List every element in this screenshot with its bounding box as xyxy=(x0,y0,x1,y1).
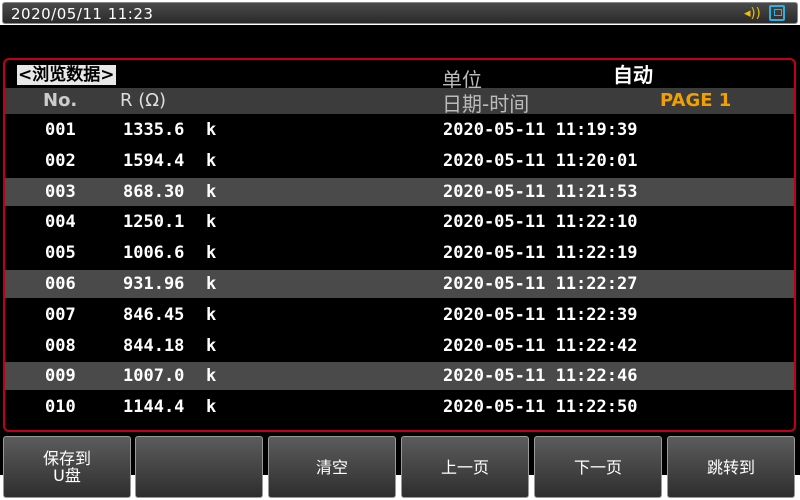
next-page-button[interactable]: 下一页 xyxy=(534,436,662,498)
cell-value: 1250.1 xyxy=(123,212,185,233)
cell-no: 009 xyxy=(45,366,76,387)
cell-value: 1007.0 xyxy=(123,366,185,387)
table-row[interactable]: 001 1335.6 k 2020-05-11 11:19:39 xyxy=(5,116,794,144)
header-datetime: 日期-时间 xyxy=(442,92,530,116)
cell-no: 003 xyxy=(45,181,76,202)
cell-unit: k xyxy=(206,243,217,264)
table-row[interactable]: 004 1250.1 k 2020-05-11 11:22:10 xyxy=(5,208,794,236)
panel-title: <浏览数据> xyxy=(17,65,116,85)
status-bar: 2020/05/11 11:23 ◂)) xyxy=(2,2,798,24)
table-row[interactable]: 009 1007.0 k 2020-05-11 11:22:46 xyxy=(5,362,794,391)
goto-button[interactable]: 跳转到 xyxy=(667,436,795,498)
table-row[interactable]: 003 868.30 k 2020-05-11 11:21:53 xyxy=(5,177,794,206)
cell-datetime: 2020-05-11 11:22:50 xyxy=(443,397,638,418)
cell-no: 007 xyxy=(45,304,76,325)
softkey-label: 跳转到 xyxy=(706,457,755,477)
cell-value: 1144.4 xyxy=(123,397,185,418)
cell-unit: k xyxy=(206,181,217,202)
cell-datetime: 2020-05-11 11:20:01 xyxy=(443,150,638,171)
cell-unit: k xyxy=(206,366,217,387)
page-indicator: PAGE 1 xyxy=(660,90,732,111)
cell-no: 010 xyxy=(45,397,76,418)
table-header: No. R (Ω) 日期-时间 PAGE 1 xyxy=(5,88,794,116)
cell-value: 844.18 xyxy=(123,335,185,356)
cell-no: 001 xyxy=(45,120,76,140)
cell-unit: k xyxy=(206,397,217,418)
screen: <浏览数据> 单位 自动 No. R (Ω) 日期-时间 PAGE 1 001 1… xyxy=(0,25,800,498)
cell-datetime: 2020-05-11 11:22:19 xyxy=(443,243,638,264)
cell-no: 002 xyxy=(45,150,76,171)
cell-datetime: 2020-05-11 11:22:46 xyxy=(443,366,638,387)
cell-datetime: 2020-05-11 11:22:42 xyxy=(443,335,638,356)
cell-no: 008 xyxy=(45,335,76,356)
table-row[interactable]: 007 846.45 k 2020-05-11 11:22:39 xyxy=(5,301,794,329)
cell-no: 005 xyxy=(45,243,76,264)
header-no: No. xyxy=(43,90,78,111)
cell-unit: k xyxy=(206,120,217,140)
softkey-label: 下一页 xyxy=(573,457,622,477)
softkey-label: 上一页 xyxy=(440,457,489,477)
cell-datetime: 2020-05-11 11:22:10 xyxy=(443,212,638,233)
cell-datetime: 2020-05-11 11:22:39 xyxy=(443,304,638,325)
unit-value[interactable]: 自动 xyxy=(610,63,713,87)
cell-value: 1594.4 xyxy=(123,150,185,171)
header-resistance: R (Ω) xyxy=(120,90,167,111)
save-to-usb-button[interactable]: 保存到 U盘 xyxy=(3,436,131,498)
cell-value: 868.30 xyxy=(123,181,185,202)
cell-unit: k xyxy=(206,304,217,325)
table-row[interactable]: 006 931.96 k 2020-05-11 11:22:27 xyxy=(5,270,794,298)
usb-disk-icon xyxy=(769,5,785,21)
cell-no: 004 xyxy=(45,212,76,233)
cell-value: 1335.6 xyxy=(123,120,185,140)
clear-button[interactable]: 清空 xyxy=(268,436,396,498)
table-row[interactable]: 002 1594.4 k 2020-05-11 11:20:01 xyxy=(5,147,794,175)
cell-datetime: 2020-05-11 11:21:53 xyxy=(443,181,638,202)
cell-unit: k xyxy=(206,212,217,233)
cell-value: 931.96 xyxy=(123,274,185,294)
softkey-label: 保存到 U盘 xyxy=(42,449,91,485)
browse-data-panel: <浏览数据> 单位 自动 No. R (Ω) 日期-时间 PAGE 1 001 1… xyxy=(3,58,796,432)
table-row[interactable]: 008 844.18 k 2020-05-11 11:22:42 xyxy=(5,332,794,360)
softkey-label: 清空 xyxy=(315,457,348,477)
status-datetime: 2020/05/11 11:23 xyxy=(11,5,154,23)
cell-datetime: 2020-05-11 11:19:39 xyxy=(443,120,638,140)
cell-unit: k xyxy=(206,274,217,294)
signal-icon: ◂)) xyxy=(744,6,761,21)
cell-no: 006 xyxy=(45,274,76,294)
table-row[interactable]: 005 1006.6 k 2020-05-11 11:22:19 xyxy=(5,239,794,267)
cell-value: 1006.6 xyxy=(123,243,185,264)
cell-datetime: 2020-05-11 11:22:27 xyxy=(443,274,638,294)
cell-unit: k xyxy=(206,150,217,171)
table-row[interactable]: 010 1144.4 k 2020-05-11 11:22:50 xyxy=(5,393,794,421)
softkey-bar: 保存到 U盘 清空 上一页 下一页 跳转到 xyxy=(0,436,800,500)
prev-page-button[interactable]: 上一页 xyxy=(401,436,529,498)
cell-unit: k xyxy=(206,335,217,356)
cell-value: 846.45 xyxy=(123,304,185,325)
blank-softkey[interactable] xyxy=(135,436,263,498)
